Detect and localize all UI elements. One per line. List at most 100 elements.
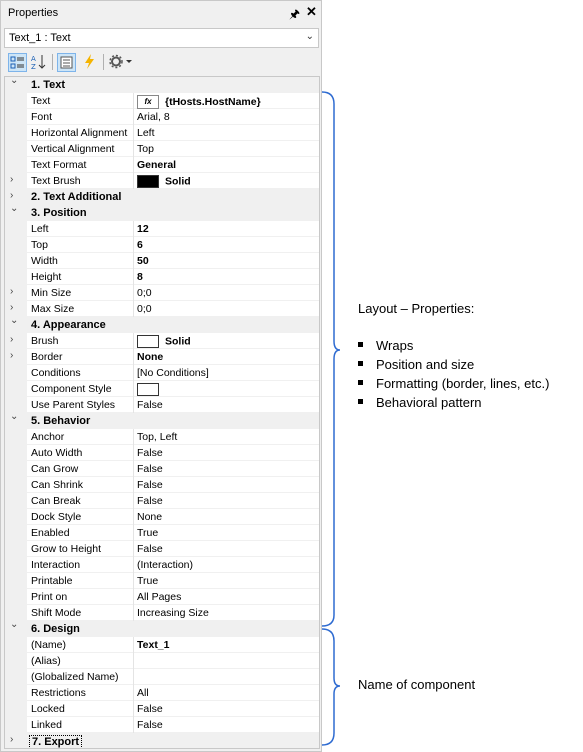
property-row[interactable]: Horizontal Alignment Left bbox=[5, 125, 319, 141]
chevron-right-icon[interactable]: › bbox=[10, 302, 13, 313]
property-row[interactable]: Interaction (Interaction) bbox=[5, 557, 319, 573]
property-value-cell[interactable]: All Pages bbox=[137, 591, 181, 603]
category-row[interactable]: ⌄ 6. Design bbox=[5, 619, 319, 637]
chevron-right-icon[interactable]: › bbox=[10, 334, 13, 345]
property-row[interactable]: (Globalized Name) bbox=[5, 669, 319, 685]
property-row[interactable]: Left 12 bbox=[5, 221, 319, 237]
column-divider bbox=[133, 93, 134, 109]
chevron-down-icon[interactable]: ⌄ bbox=[10, 411, 18, 422]
property-value-cell[interactable]: False bbox=[137, 543, 163, 555]
settings-icon[interactable] bbox=[108, 53, 136, 72]
property-value-cell[interactable]: True bbox=[137, 527, 158, 539]
property-value-cell[interactable]: 8 bbox=[137, 271, 143, 283]
property-value-cell[interactable] bbox=[137, 383, 165, 396]
property-row[interactable]: Restrictions All bbox=[5, 685, 319, 701]
events-icon[interactable] bbox=[80, 53, 99, 72]
property-value-cell[interactable]: False bbox=[137, 495, 163, 507]
alphabetical-icon[interactable]: AZ bbox=[29, 53, 48, 72]
property-row[interactable]: Top 6 bbox=[5, 237, 319, 253]
property-value-cell[interactable]: fx {tHosts.HostName} bbox=[137, 95, 261, 109]
chevron-down-icon[interactable]: ⌄ bbox=[10, 77, 18, 86]
chevron-down-icon[interactable]: ⌄ bbox=[306, 31, 314, 42]
category-row[interactable]: ⌄ 3. Position bbox=[5, 203, 319, 221]
property-row[interactable]: Linked False bbox=[5, 717, 319, 733]
category-row[interactable]: ⌄ 5. Behavior bbox=[5, 411, 319, 429]
property-row[interactable]: Text Format General bbox=[5, 157, 319, 173]
chevron-right-icon[interactable]: › bbox=[10, 190, 13, 201]
property-value-cell[interactable]: False bbox=[137, 703, 163, 715]
property-row[interactable]: › Text Brush Solid bbox=[5, 173, 319, 189]
property-value-cell[interactable]: 50 bbox=[137, 255, 149, 267]
property-row[interactable]: Can Grow False bbox=[5, 461, 319, 477]
property-value-cell[interactable]: Solid bbox=[137, 335, 191, 348]
property-row[interactable]: Enabled True bbox=[5, 525, 319, 541]
property-value-cell[interactable]: False bbox=[137, 447, 163, 459]
property-value-cell[interactable]: Left bbox=[137, 127, 155, 139]
close-icon[interactable]: ✕ bbox=[306, 4, 317, 20]
category-row[interactable]: › 2. Text Additional bbox=[5, 189, 319, 205]
property-value-cell[interactable]: Text_1 bbox=[137, 639, 170, 651]
property-value-cell[interactable]: Top bbox=[137, 143, 154, 155]
property-row[interactable]: Can Shrink False bbox=[5, 477, 319, 493]
property-value-cell[interactable]: General bbox=[137, 159, 176, 171]
property-row[interactable]: Shift Mode Increasing Size bbox=[5, 605, 319, 621]
name-brace bbox=[321, 628, 341, 746]
chevron-down-icon[interactable]: ⌄ bbox=[10, 619, 18, 630]
property-row[interactable]: Height 8 bbox=[5, 269, 319, 285]
property-row[interactable]: Width 50 bbox=[5, 253, 319, 269]
property-row[interactable]: Dock Style None bbox=[5, 509, 319, 525]
property-row[interactable]: Text fx {tHosts.HostName} bbox=[5, 93, 319, 109]
property-row[interactable]: › Brush Solid bbox=[5, 333, 319, 349]
property-value-cell[interactable]: None bbox=[137, 351, 163, 363]
property-row[interactable]: (Alias) bbox=[5, 653, 319, 669]
property-row[interactable]: Grow to Height False bbox=[5, 541, 319, 557]
property-row[interactable]: Conditions [No Conditions] bbox=[5, 365, 319, 381]
property-row[interactable]: Component Style bbox=[5, 381, 319, 397]
property-value-cell[interactable]: Top, Left bbox=[137, 431, 177, 443]
property-value-cell[interactable]: All bbox=[137, 687, 149, 699]
property-value-cell[interactable]: False bbox=[137, 719, 163, 731]
property-row[interactable]: Auto Width False bbox=[5, 445, 319, 461]
chevron-down-icon[interactable]: ⌄ bbox=[10, 203, 18, 214]
property-row[interactable]: › Border None bbox=[5, 349, 319, 365]
property-value-cell[interactable]: True bbox=[137, 575, 158, 587]
property-row[interactable]: › Max Size 0;0 bbox=[5, 301, 319, 317]
chevron-right-icon[interactable]: › bbox=[10, 174, 13, 185]
expression-icon[interactable]: fx bbox=[137, 95, 159, 109]
property-value-cell[interactable]: [No Conditions] bbox=[137, 367, 209, 379]
property-value-cell[interactable]: None bbox=[137, 511, 162, 523]
property-row[interactable]: › Min Size 0;0 bbox=[5, 285, 319, 301]
property-row[interactable]: Print on All Pages bbox=[5, 589, 319, 605]
property-value-cell[interactable]: 6 bbox=[137, 239, 143, 251]
category-row[interactable]: ⌄ 4. Appearance bbox=[5, 315, 319, 333]
property-row[interactable]: (Name) Text_1 bbox=[5, 637, 319, 653]
properties-icon[interactable] bbox=[57, 53, 76, 72]
property-row[interactable]: Use Parent Styles False bbox=[5, 397, 319, 413]
pin-icon[interactable]: 🖈 bbox=[289, 5, 300, 26]
property-row[interactable]: Font Arial, 8 bbox=[5, 109, 319, 125]
property-value-cell[interactable]: Arial, 8 bbox=[137, 111, 170, 123]
property-value-cell[interactable]: 0;0 bbox=[137, 303, 152, 315]
property-row[interactable]: Vertical Alignment Top bbox=[5, 141, 319, 157]
property-row[interactable]: Printable True bbox=[5, 573, 319, 589]
chevron-right-icon[interactable]: › bbox=[10, 350, 13, 361]
property-row[interactable]: Anchor Top, Left bbox=[5, 429, 319, 445]
property-value-cell[interactable]: False bbox=[137, 399, 163, 411]
property-value-cell[interactable]: False bbox=[137, 479, 163, 491]
categorized-icon[interactable] bbox=[8, 53, 27, 72]
property-row[interactable]: Can Break False bbox=[5, 493, 319, 509]
property-value-cell[interactable]: (Interaction) bbox=[137, 559, 193, 571]
property-value-cell[interactable]: Increasing Size bbox=[137, 607, 209, 619]
chevron-right-icon[interactable]: › bbox=[10, 286, 13, 297]
component-selector[interactable]: Text_1 : Text ⌄ bbox=[4, 28, 319, 48]
property-row[interactable]: Locked False bbox=[5, 701, 319, 717]
column-divider bbox=[133, 717, 134, 733]
chevron-down-icon[interactable]: ⌄ bbox=[10, 315, 18, 326]
category-row[interactable]: › 7. Export bbox=[5, 733, 319, 748]
property-value-cell[interactable]: False bbox=[137, 463, 163, 475]
category-row[interactable]: ⌄ 1. Text bbox=[5, 77, 319, 93]
property-value-cell[interactable]: 12 bbox=[137, 223, 149, 235]
property-value-cell[interactable]: Solid bbox=[137, 175, 191, 188]
chevron-right-icon[interactable]: › bbox=[10, 734, 13, 745]
property-value-cell[interactable]: 0;0 bbox=[137, 287, 152, 299]
